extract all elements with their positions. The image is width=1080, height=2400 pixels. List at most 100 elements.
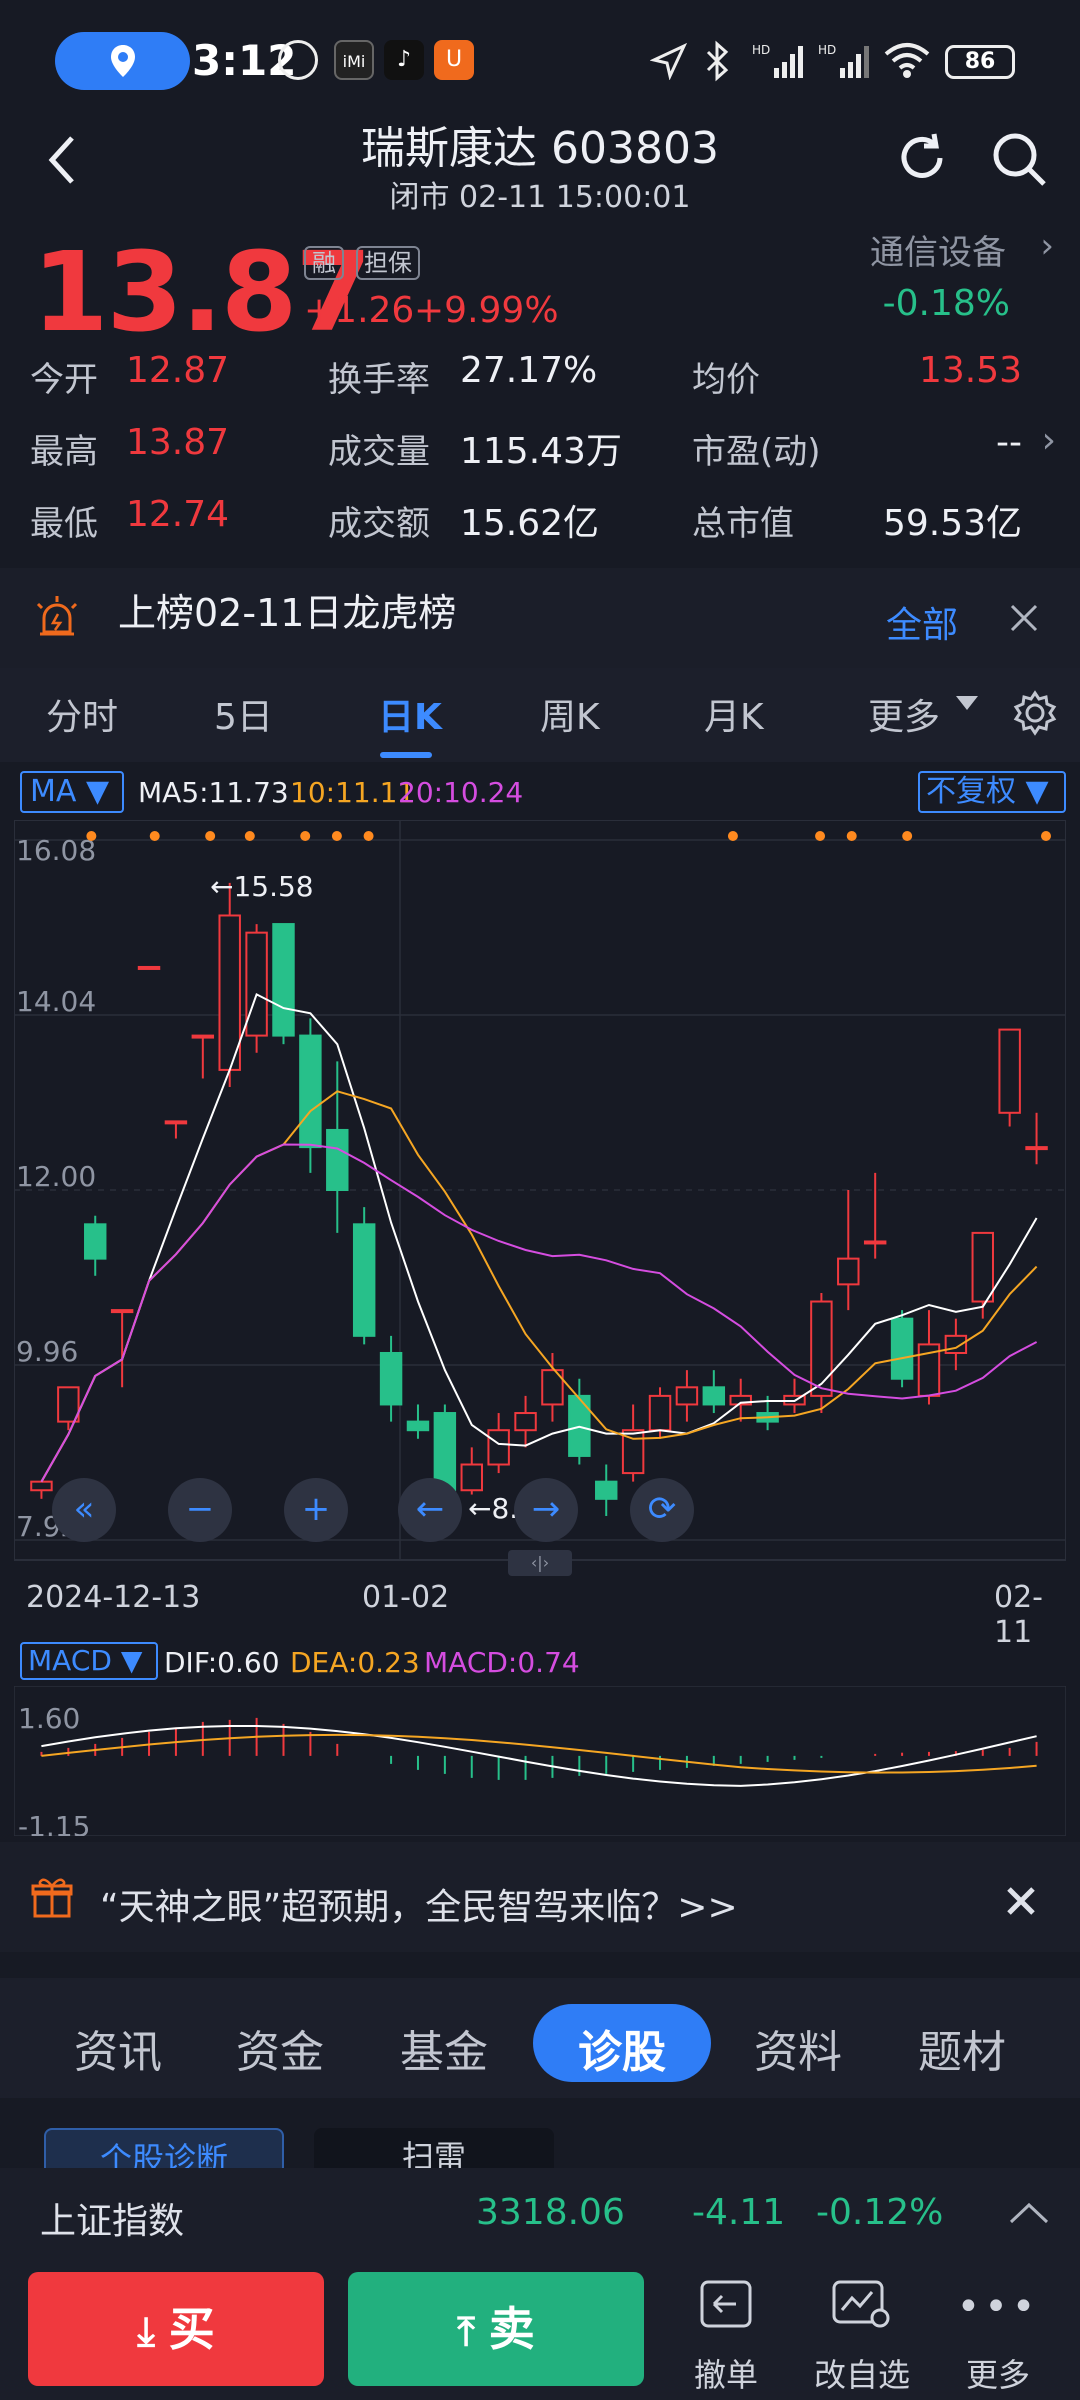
- battery-indicator: 86: [945, 45, 1015, 79]
- buy-button[interactable]: ⤓ 买: [28, 2272, 324, 2386]
- x-label-end: 02-11: [994, 1580, 1043, 1650]
- tab-themes[interactable]: 题材: [918, 2016, 1006, 2080]
- signal-dot: [205, 831, 216, 841]
- app-notification-icon: iMi: [334, 40, 374, 80]
- sector-chevron-icon[interactable]: ›: [1040, 226, 1054, 266]
- chart-drag-handle[interactable]: ‹|›: [508, 1550, 572, 1576]
- macd-y-top: 1.60: [18, 1702, 80, 1735]
- candle: [702, 1386, 726, 1406]
- nav-more[interactable]: 更多: [938, 2350, 1058, 2396]
- indicator-selector[interactable]: MA ▼: [20, 771, 124, 813]
- market-cap-label: 总市值: [692, 504, 794, 544]
- banner-close-icon[interactable]: [1006, 600, 1042, 636]
- ma10-line: [40, 1090, 1038, 1483]
- nav-edit-watchlist[interactable]: 改自选: [802, 2350, 922, 2396]
- amount-value: 15.62亿: [460, 503, 600, 544]
- banner-view-all[interactable]: 全部: [886, 596, 958, 648]
- signal-dot: [363, 831, 374, 841]
- tab-more[interactable]: 更多: [868, 688, 940, 740]
- candle: [648, 1394, 672, 1432]
- scroll-left-icon[interactable]: ←: [398, 1478, 462, 1542]
- signal-dot: [727, 831, 738, 841]
- sell-button[interactable]: ⤒ 卖: [348, 2272, 644, 2386]
- scroll-left-fast-icon[interactable]: «: [52, 1478, 116, 1542]
- zoom-out-icon[interactable]: −: [168, 1478, 232, 1542]
- candle: [460, 1463, 483, 1492]
- sub-tab-minesweep[interactable]: 扫雷: [314, 2128, 554, 2168]
- margin-tag: 融: [304, 246, 344, 280]
- signal-dot: [300, 831, 311, 841]
- ma5-value: MA5:11.73: [138, 776, 289, 809]
- x-label-start: 2024-12-13: [26, 1580, 201, 1615]
- active-tab-indicator: [380, 752, 432, 758]
- tab-profile[interactable]: 资料: [754, 2016, 842, 2080]
- refresh-icon[interactable]: [894, 130, 950, 186]
- tab-intraday[interactable]: 分时: [46, 688, 118, 740]
- tab-5day[interactable]: 5日: [214, 688, 273, 740]
- cancel-order-icon[interactable]: [696, 2276, 756, 2332]
- signal-dot: [815, 831, 826, 841]
- macd-dif: DIF:0.60: [164, 1646, 280, 1679]
- index-change: -4.11: [692, 2192, 786, 2233]
- index-expand-chevron-icon[interactable]: [1008, 2200, 1050, 2226]
- dea-line: [41, 1733, 1037, 1774]
- tiktok-icon: ♪: [384, 40, 424, 80]
- adjustment-dropdown-icon: ▼: [1025, 774, 1049, 809]
- candle: [245, 931, 268, 1037]
- location-pill: [55, 32, 190, 90]
- avg-price-label: 均价: [692, 360, 760, 400]
- sell-label: 卖: [488, 2302, 535, 2356]
- low-label: 最低: [30, 504, 98, 544]
- amount-label: 成交额: [328, 504, 430, 544]
- status-bar: 3:12 iMi ♪ U HD HD 86: [0, 0, 1080, 120]
- index-value: 3318.06: [476, 2192, 625, 2233]
- candle: [810, 1300, 833, 1397]
- signal-dot: [149, 831, 160, 841]
- chart-settings-gear-icon[interactable]: [1012, 690, 1058, 736]
- guarantee-tag: 担保: [356, 246, 420, 280]
- sub-tab-stock-diagnosis[interactable]: 个股诊断: [44, 2128, 284, 2168]
- edit-watchlist-icon[interactable]: [830, 2276, 894, 2332]
- tab-weekly-k[interactable]: 周K: [540, 688, 600, 740]
- tab-funds[interactable]: 基金: [400, 2016, 488, 2080]
- shopping-app-icon: U: [434, 40, 474, 80]
- signal-dot: [902, 831, 913, 841]
- pe-value: --: [996, 422, 1022, 463]
- quote-expand-chevron-icon[interactable]: ›: [1042, 420, 1056, 461]
- signal-dot: [86, 831, 97, 841]
- search-icon[interactable]: [990, 130, 1050, 190]
- tab-capital[interactable]: 资金: [236, 2016, 324, 2080]
- signal-dot: [1041, 831, 1051, 841]
- candle: [110, 1309, 134, 1314]
- nav-cancel-order[interactable]: 撤单: [666, 2350, 786, 2396]
- candle: [272, 923, 295, 1037]
- macd-chart[interactable]: 1.60 -1.15: [14, 1686, 1066, 1836]
- candle: [137, 965, 161, 970]
- rotate-screen-icon[interactable]: ⟳: [630, 1478, 694, 1542]
- more-dropdown-icon[interactable]: [956, 696, 978, 710]
- promo-close-icon[interactable]: [1004, 1884, 1038, 1918]
- zoom-in-icon[interactable]: +: [284, 1478, 348, 1542]
- tab-news[interactable]: 资讯: [74, 2016, 162, 2080]
- sector-name[interactable]: 通信设备: [870, 225, 1006, 274]
- tab-daily-k[interactable]: 日K: [378, 688, 442, 740]
- x-label-mid: 01-02: [362, 1580, 450, 1615]
- candle: [379, 1351, 403, 1406]
- tab-diagnosis[interactable]: 诊股: [578, 2016, 666, 2080]
- macd-selector[interactable]: MACD ▼: [20, 1642, 158, 1680]
- ma20-line: [40, 1143, 1038, 1483]
- candle: [487, 1429, 510, 1466]
- y-tick-label: 12.00: [16, 1160, 96, 1193]
- macd-y-bottom: -1.15: [18, 1810, 90, 1836]
- candle: [299, 1034, 322, 1149]
- open-value: 12.87: [126, 350, 230, 391]
- candle: [352, 1223, 376, 1337]
- more-dots-icon[interactable]: •••: [938, 2284, 1058, 2330]
- alarm-light-icon: [36, 596, 78, 636]
- adjustment-selector[interactable]: 不复权 ▼: [918, 771, 1066, 813]
- scroll-right-icon[interactable]: →: [514, 1478, 578, 1542]
- sector-change: -0.18%: [882, 283, 1010, 324]
- candlestick-chart[interactable]: 16.0814.0412.009.967.92←15.58←8.42: [14, 820, 1066, 1570]
- candle: [191, 1034, 215, 1039]
- tab-monthly-k[interactable]: 月K: [704, 688, 764, 740]
